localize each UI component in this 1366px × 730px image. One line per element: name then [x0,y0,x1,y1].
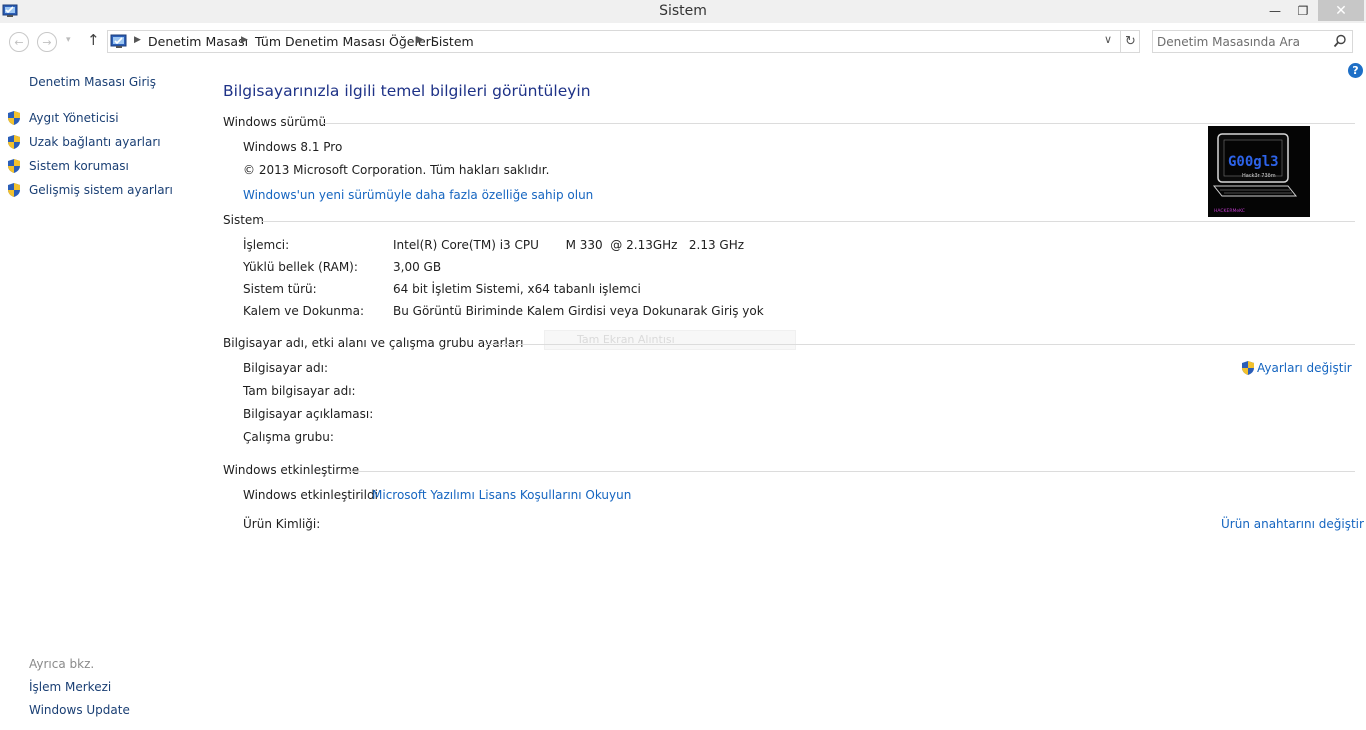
logo-footer: HACKERMeKC [1214,208,1245,214]
license-terms-link[interactable]: Microsoft Yazılımı Lisans Koşullarını Ok… [372,488,631,502]
left-pane: Denetim Masası Giriş Aygıt Yöneticisi Uz… [0,59,205,730]
sidebar-item-label: Sistem koruması [29,159,129,173]
page-title: Bilgisayarınızla ilgili temel bilgileri … [223,82,591,100]
pen-touch-value: Bu Görüntü Biriminde Kalem Girdisi veya … [393,304,764,318]
section-heading-edition: Windows sürümü [223,115,327,129]
change-settings-link[interactable]: Ayarları değiştir [1257,361,1352,375]
computer-name-label: Bilgisayar adı: [243,361,329,375]
section-divider [348,471,1355,472]
recent-locations-dropdown[interactable]: ▾ [66,35,71,45]
uac-shield-icon [1242,361,1254,375]
minimize-button[interactable]: — [1262,0,1288,21]
uac-shield-icon [8,111,20,125]
see-also-heading: Ayrıca bkz. [29,657,95,671]
breadcrumb-all-items[interactable]: Tüm Denetim Masası Öğeleri [255,34,434,49]
close-button[interactable]: ✕ [1318,0,1364,21]
uac-shield-icon [8,135,20,149]
processor-label: İşlemci: [243,238,290,252]
control-panel-icon [110,34,127,48]
ram-label: Yüklü bellek (RAM): [243,260,358,274]
workgroup-label: Çalışma grubu: [243,430,334,444]
title-bar: Sistem — ❐ ✕ [0,0,1366,23]
search-icon[interactable] [1333,34,1347,48]
control-panel-home-link[interactable]: Denetim Masası Giriş [29,75,156,89]
full-computer-name-label: Tam bilgisayar adı: [243,384,356,398]
copyright-text: © 2013 Microsoft Corporation. Tüm haklar… [243,163,550,177]
upgrade-windows-link[interactable]: Windows'un yeni sürümüyle daha fazla öze… [243,188,593,202]
breadcrumb-separator[interactable]: ▶ [417,35,424,45]
sidebar-item-advanced-settings[interactable]: Gelişmiş sistem ayarları [6,181,173,199]
up-button[interactable]: ↑ [87,31,100,49]
change-settings-button[interactable]: Ayarları değiştir [1240,360,1352,376]
window-title: Sistem [659,3,707,19]
system-type-label: Sistem türü: [243,282,317,296]
section-divider [484,344,1355,345]
processor-value: Intel(R) Core(TM) i3 CPU M 330 @ 2.13GHz… [393,238,745,252]
logo-text: G00gl3 [1228,154,1279,170]
search-box[interactable] [1152,30,1353,53]
section-divider [262,221,1355,222]
sidebar-item-device-manager[interactable]: Aygıt Yöneticisi [6,109,119,127]
sidebar-item-label: Uzak bağlantı ayarları [29,135,161,149]
forward-button[interactable]: → [37,32,57,52]
windows-edition: Windows 8.1 Pro [243,140,343,154]
activation-status: Windows etkinleştirildi [243,488,378,502]
restore-button[interactable]: ❐ [1290,0,1316,21]
windows-update-link[interactable]: Windows Update [29,703,130,717]
address-bar[interactable]: ▶ Denetim Masası ▶ Tüm Denetim Masası Öğ… [107,30,1140,53]
sidebar-item-system-protection[interactable]: Sistem koruması [6,157,129,175]
ghost-overlay-text: Tam Ekran Alıntısı [544,330,796,350]
breadcrumb-separator[interactable]: ▶ [134,35,141,45]
breadcrumb-system[interactable]: Sistem [431,34,474,49]
section-divider [322,123,1355,124]
breadcrumb-control-panel[interactable]: Denetim Masası [148,34,248,49]
sidebar-item-remote-settings[interactable]: Uzak bağlantı ayarları [6,133,161,151]
computer-logo-icon: G00gl3 Hack3r 73ðm HACKERMeKC [1212,133,1298,214]
back-button[interactable]: ← [9,32,29,52]
refresh-button[interactable]: ↻ [1120,31,1140,52]
breadcrumb-separator[interactable]: ▶ [241,35,248,45]
system-type-value: 64 bit İşletim Sistemi, x64 tabanlı işle… [393,282,641,296]
sidebar-item-label: Aygıt Yöneticisi [29,111,119,125]
uac-shield-icon [8,183,20,197]
section-heading-system: Sistem [223,213,264,227]
ram-value: 3,00 GB [393,260,442,274]
computer-description-label: Bilgisayar açıklaması: [243,407,374,421]
oem-logo: G00gl3 Hack3r 73ðm HACKERMeKC [1208,126,1310,217]
sidebar-item-label: Gelişmiş sistem ayarları [29,183,173,197]
change-product-key-link[interactable]: Ürün anahtarını değiştir [1221,517,1364,531]
pen-touch-label: Kalem ve Dokunma: [243,304,364,318]
product-id-label: Ürün Kimliği: [243,517,321,531]
uac-shield-icon [8,159,20,173]
section-heading-activation: Windows etkinleştirme [223,463,360,477]
navigation-bar: ← → ▾ ↑ ▶ Denetim Masası ▶ Tüm Denetim M… [0,23,1366,59]
logo-subtext: Hack3r 73ðm [1242,173,1276,179]
search-input[interactable] [1157,33,1327,50]
section-heading-computer-name: Bilgisayar adı, etki alanı ve çalışma gr… [223,336,524,350]
action-center-link[interactable]: İşlem Merkezi [29,680,111,694]
help-button[interactable]: ? [1348,63,1363,78]
address-dropdown-button[interactable]: ∨ [1098,33,1118,46]
